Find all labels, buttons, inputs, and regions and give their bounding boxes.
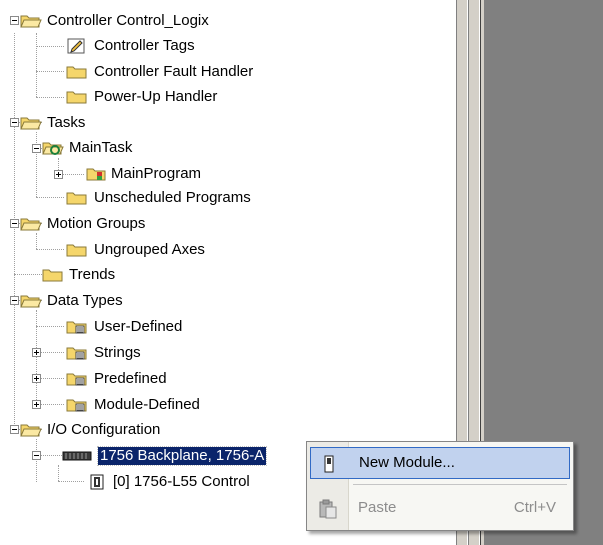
data-type-icon xyxy=(66,345,88,361)
menu-separator xyxy=(353,484,567,485)
tree-item-controller-module[interactable]: [0] 1756-L55 Control xyxy=(111,473,252,491)
collapse-motion-groups-toggle[interactable] xyxy=(10,219,19,228)
collapse-tasks-toggle[interactable] xyxy=(10,118,19,127)
tree-item-main-program[interactable]: MainProgram xyxy=(109,165,203,183)
paste-icon xyxy=(317,499,339,519)
tree-item-backplane[interactable]: 1756 Backplane, 1756-A xyxy=(96,446,268,466)
collapse-data-types-toggle[interactable] xyxy=(10,296,19,305)
collapse-maintask-toggle[interactable] xyxy=(32,144,41,153)
tree-item-powerup-handler[interactable]: Power-Up Handler xyxy=(92,88,219,106)
data-type-icon xyxy=(66,371,88,387)
tags-icon xyxy=(66,38,88,54)
collapse-controller-toggle[interactable] xyxy=(10,16,19,25)
tree-item-controller[interactable]: Controller Control_Logix xyxy=(45,12,211,30)
collapse-io-configuration-toggle[interactable] xyxy=(10,425,19,434)
folder-icon xyxy=(66,64,88,80)
tree-item-controller-tags[interactable]: Controller Tags xyxy=(92,37,197,55)
open-folder-icon xyxy=(20,293,42,309)
new-module-menu-item[interactable]: New Module... xyxy=(310,447,570,479)
folder-icon xyxy=(66,242,88,258)
paste-shortcut: Ctrl+V xyxy=(513,499,556,516)
open-folder-icon xyxy=(20,115,42,131)
folder-icon xyxy=(66,190,88,206)
paste-label: Paste xyxy=(358,499,397,516)
tree-item-tasks[interactable]: Tasks xyxy=(45,114,87,132)
tree-item-trends[interactable]: Trends xyxy=(67,266,117,284)
tree-item-user-defined[interactable]: User-Defined xyxy=(92,318,184,336)
expand-mainprogram-toggle[interactable] xyxy=(54,170,63,179)
collapse-backplane-toggle[interactable] xyxy=(32,451,41,460)
module-icon xyxy=(86,474,108,490)
task-icon xyxy=(42,140,64,156)
tree-item-unscheduled-programs[interactable]: Unscheduled Programs xyxy=(92,189,253,207)
paste-menu-item[interactable]: Paste Ctrl+V xyxy=(310,493,570,525)
tree-item-predefined[interactable]: Predefined xyxy=(92,370,169,388)
tree-item-main-task[interactable]: MainTask xyxy=(67,139,134,157)
context-menu: New Module... Paste Ctrl+V xyxy=(306,441,574,531)
open-folder-icon xyxy=(20,13,42,29)
expand-module-defined-toggle[interactable] xyxy=(32,400,41,409)
folder-icon xyxy=(66,89,88,105)
tree-item-ungrouped-axes[interactable]: Ungrouped Axes xyxy=(92,241,207,259)
tree-item-io-configuration[interactable]: I/O Configuration xyxy=(45,421,162,439)
folder-icon xyxy=(42,267,64,283)
new-module-label: New Module... xyxy=(359,454,455,471)
data-type-icon xyxy=(66,319,88,335)
backplane-icon xyxy=(62,448,92,464)
data-type-icon xyxy=(66,397,88,413)
open-folder-icon xyxy=(20,422,42,438)
open-folder-icon xyxy=(20,216,42,232)
tree-item-module-defined[interactable]: Module-Defined xyxy=(92,396,202,414)
tree-item-strings[interactable]: Strings xyxy=(92,344,143,362)
new-module-icon xyxy=(318,454,340,474)
tree-item-data-types[interactable]: Data Types xyxy=(45,292,125,310)
expand-predefined-toggle[interactable] xyxy=(32,374,41,383)
tree-item-fault-handler[interactable]: Controller Fault Handler xyxy=(92,63,255,81)
tree-item-motion-groups[interactable]: Motion Groups xyxy=(45,215,147,233)
expand-strings-toggle[interactable] xyxy=(32,348,41,357)
program-icon xyxy=(86,166,108,182)
